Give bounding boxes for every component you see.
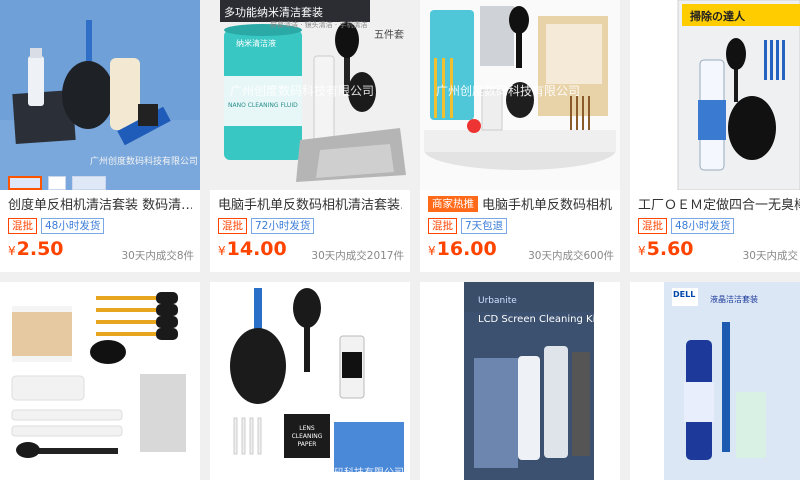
product-image[interactable]: 广州创度数码科技有限公司	[420, 0, 620, 190]
product-image[interactable]: 广州创度数码科技有限公司	[0, 0, 200, 190]
currency-symbol: ¥	[638, 244, 646, 258]
banner-caption: 屏幕清洁 · 镜头清洁 · 手机清洁	[270, 21, 368, 29]
bottle-label: 纳米清洁液	[236, 39, 276, 48]
product-title[interactable]: 电脑手机单反数码相机清洁套装…	[218, 194, 402, 213]
watermark-text: 广州创度数码科技有限公司	[230, 84, 375, 98]
product-title[interactable]: 创度单反相机清洁套装 数码清…	[8, 194, 192, 213]
product-card[interactable]: DELL 液晶洁洁套装	[630, 282, 800, 480]
price-value: 16.00	[436, 238, 497, 260]
product-card[interactable]	[0, 282, 200, 480]
sales-count: 30天内成交	[742, 250, 798, 262]
price-value: 2.50	[16, 238, 64, 260]
product-card[interactable]: 广州创度数码科技有限公司 创度单反相机清洁套装 数码清… 混批 48小时发货 ¥…	[0, 0, 200, 272]
lens-paper-label: LENS CLEANING PAPER	[291, 425, 323, 448]
price: ¥14.00	[218, 238, 287, 260]
product-image[interactable]: LENS CLEANING PAPER 广州创度数码科技有限公司	[210, 282, 410, 480]
banner-subtext: 五件套	[374, 30, 404, 41]
product-card[interactable]: Urbanite LCD Screen Cleaning Kit	[420, 282, 620, 480]
thumbnail[interactable]	[48, 176, 66, 190]
tag-list: 混批 72小时发货	[218, 218, 315, 234]
tag-shipping: 48小时发货	[41, 218, 105, 234]
tag-wholesale: 混批	[218, 218, 247, 234]
bottle-eng-label: NANO CLEANING FLUID	[228, 102, 298, 109]
tag-list: 混批 48小时发货	[8, 218, 105, 234]
price-value: 14.00	[226, 238, 287, 260]
product-image[interactable]: Urbanite LCD Screen Cleaning Kit	[420, 282, 620, 480]
kit-title: LCD Screen Cleaning Kit	[478, 314, 600, 325]
brand-logo-text: DELL	[673, 290, 696, 299]
product-card[interactable]: 广州创度数码科技有限公司 商家热推 电脑手机单反数码相机… 混批 7天包退 ¥1…	[420, 0, 620, 272]
thumbnail-strip	[8, 176, 106, 190]
currency-symbol: ¥	[8, 244, 16, 258]
currency-symbol: ¥	[218, 244, 226, 258]
product-image[interactable]: 掃除の達人	[630, 0, 800, 190]
thumbnail[interactable]	[8, 176, 42, 190]
product-image[interactable]: DELL 液晶洁洁套装	[630, 282, 800, 480]
product-card[interactable]: 多功能纳米清洁套装 五件套 屏幕清洁 · 镜头清洁 · 手机清洁 纳米清洁液 N…	[210, 0, 410, 272]
tag-featured: 商家热推	[428, 195, 478, 212]
tag-list: 混批 48小时发货	[638, 218, 735, 234]
product-title[interactable]: 工厂ＯＥＭ定做四合一无臭棒	[638, 194, 800, 213]
banner-text: 多功能纳米清洁套装	[224, 6, 323, 19]
tag-return: 7天包退	[461, 218, 508, 234]
tag-list: 混批 7天包退	[428, 218, 508, 234]
price: ¥2.50	[8, 238, 64, 260]
currency-symbol: ¥	[428, 244, 436, 258]
price-value: 5.60	[646, 238, 694, 260]
watermark-text: 广州创度数码科技有限公司	[90, 157, 199, 167]
tag-wholesale: 混批	[638, 218, 667, 234]
tag-shipping: 48小时发货	[671, 218, 735, 234]
tag-wholesale: 混批	[8, 218, 37, 234]
sales-count: 30天内成交8件	[121, 250, 194, 262]
package-cn-text: 液晶洁洁套装	[710, 295, 758, 304]
price: ¥5.60	[638, 238, 694, 260]
tag-wholesale: 混批	[428, 218, 457, 234]
product-title[interactable]: 商家热推 电脑手机单反数码相机…	[428, 194, 612, 213]
sales-count: 30天内成交600件	[528, 250, 614, 262]
package-header: 掃除の達人	[690, 10, 745, 23]
sales-count: 30天内成交2017件	[311, 250, 404, 262]
thumbnail[interactable]	[72, 176, 106, 190]
tag-shipping: 72小时发货	[251, 218, 315, 234]
product-card[interactable]: LENS CLEANING PAPER 广州创度数码科技有限公司	[210, 282, 410, 480]
watermark-text: 广州创度数码科技有限公司	[436, 84, 581, 98]
product-card[interactable]: 掃除の達人 工厂ＯＥＭ定做四合一无臭棒 混批 48小时发货 ¥5.60 30天内…	[630, 0, 800, 272]
product-grid: 广州创度数码科技有限公司 创度单反相机清洁套装 数码清… 混批 48小时发货 ¥…	[0, 0, 800, 480]
watermark-text: 广州创度数码科技有限公司	[284, 468, 404, 479]
kit-brand: Urbanite	[478, 296, 517, 306]
product-image[interactable]	[0, 282, 200, 480]
price: ¥16.00	[428, 238, 497, 260]
product-title-text: 电脑手机单反数码相机…	[482, 198, 612, 213]
product-image[interactable]: 多功能纳米清洁套装 五件套 屏幕清洁 · 镜头清洁 · 手机清洁 纳米清洁液 N…	[210, 0, 410, 190]
